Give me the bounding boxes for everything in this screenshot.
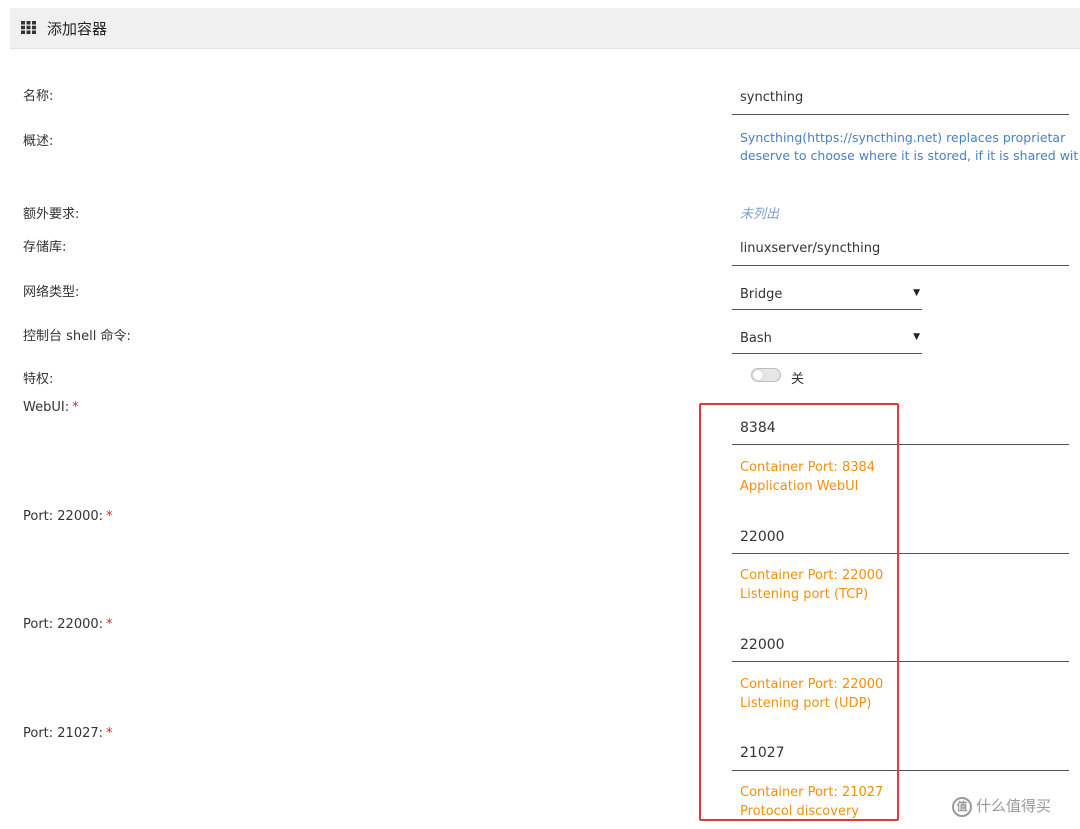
dropdown-arrow-icon: ▼ (913, 288, 920, 298)
name-input-underline (732, 114, 1069, 115)
extra-requirements-label: 额外要求: (23, 207, 80, 222)
required-marker: * (106, 726, 113, 741)
name-input[interactable]: syncthing (740, 90, 803, 105)
console-shell-select[interactable]: Bash ▼ (732, 327, 922, 354)
required-marker: * (106, 509, 113, 524)
privileged-state: 关 (791, 372, 805, 387)
required-marker: * (72, 400, 79, 415)
description-text: Syncthing(https://syncthing.net) replace… (740, 130, 1079, 163)
watermark-logo-icon: 值 (952, 796, 972, 817)
privileged-toggle[interactable] (751, 368, 781, 382)
panel-header: 添加容器 (10, 8, 1080, 49)
page-title: 添加容器 (47, 20, 108, 38)
port-label-22000-udp: Port: 22000: * (23, 617, 113, 632)
watermark: 值什么值得买 (952, 795, 1051, 817)
port-label-22000-tcp: Port: 22000: * (23, 509, 113, 524)
name-label: 名称: (23, 89, 54, 104)
highlight-box (699, 403, 899, 821)
required-marker: * (106, 617, 113, 632)
extra-requirements-value: 未列出 (740, 207, 780, 222)
console-shell-value: Bash (740, 331, 772, 346)
network-type-label: 网络类型: (23, 285, 80, 300)
toggle-knob (753, 370, 763, 380)
grid-icon (21, 21, 36, 34)
console-shell-label: 控制台 shell 命令: (23, 329, 131, 344)
repository-label: 存储库: (23, 240, 67, 255)
privileged-label: 特权: (23, 372, 54, 387)
description-label: 概述: (23, 134, 54, 149)
network-type-select[interactable]: Bridge ▼ (732, 283, 922, 310)
dropdown-arrow-icon: ▼ (913, 332, 920, 342)
repository-input[interactable]: linuxserver/syncthing (740, 241, 880, 256)
repository-input-underline (732, 265, 1069, 266)
network-type-value: Bridge (740, 287, 783, 302)
port-label-21027: Port: 21027: * (23, 726, 113, 741)
port-label-webui: WebUI: * (23, 400, 79, 415)
